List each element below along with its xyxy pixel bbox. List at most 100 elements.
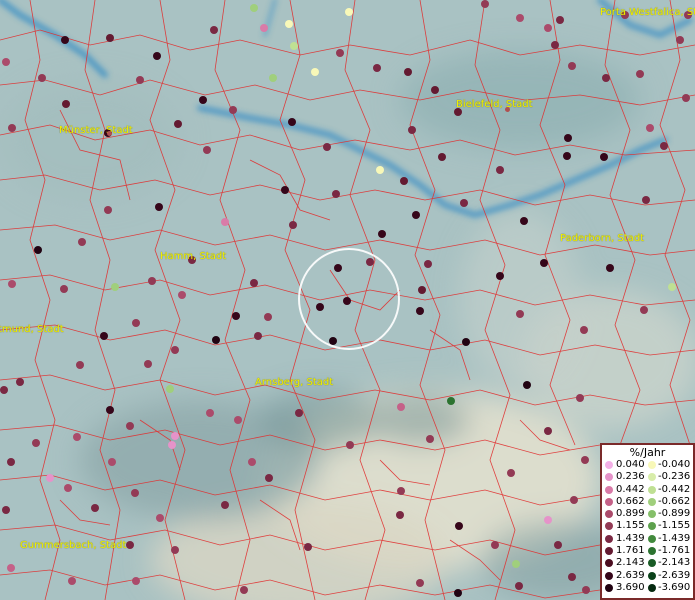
station-marker[interactable]: [581, 456, 589, 464]
station-marker[interactable]: [515, 582, 523, 590]
station-marker[interactable]: [668, 283, 676, 291]
station-marker[interactable]: [424, 260, 432, 268]
station-marker[interactable]: [332, 190, 340, 198]
station-marker[interactable]: [323, 143, 331, 151]
station-marker[interactable]: [203, 146, 211, 154]
station-marker[interactable]: [564, 134, 572, 142]
station-marker[interactable]: [544, 24, 552, 32]
station-marker[interactable]: [8, 280, 16, 288]
station-marker[interactable]: [640, 306, 648, 314]
station-marker[interactable]: [516, 310, 524, 318]
station-marker[interactable]: [148, 277, 156, 285]
station-marker[interactable]: [288, 118, 296, 126]
station-marker[interactable]: [462, 338, 470, 346]
station-marker[interactable]: [416, 579, 424, 587]
station-marker[interactable]: [400, 177, 408, 185]
station-marker[interactable]: [64, 484, 72, 492]
station-marker[interactable]: [580, 326, 588, 334]
station-marker[interactable]: [556, 16, 564, 24]
station-marker[interactable]: [346, 441, 354, 449]
station-marker[interactable]: [178, 291, 186, 299]
station-marker[interactable]: [563, 152, 571, 160]
station-marker[interactable]: [166, 385, 174, 393]
station-marker[interactable]: [295, 409, 303, 417]
station-marker[interactable]: [212, 336, 220, 344]
station-marker[interactable]: [289, 221, 297, 229]
station-marker[interactable]: [397, 487, 405, 495]
station-marker[interactable]: [8, 124, 16, 132]
station-marker[interactable]: [304, 543, 312, 551]
station-marker[interactable]: [412, 211, 420, 219]
station-marker[interactable]: [582, 586, 590, 594]
station-marker[interactable]: [343, 297, 351, 305]
station-marker[interactable]: [199, 96, 207, 104]
station-marker[interactable]: [78, 238, 86, 246]
station-marker[interactable]: [2, 58, 10, 66]
station-marker[interactable]: [345, 8, 353, 16]
station-marker[interactable]: [104, 206, 112, 214]
station-marker[interactable]: [496, 272, 504, 280]
station-marker[interactable]: [334, 264, 342, 272]
station-marker[interactable]: [91, 504, 99, 512]
station-marker[interactable]: [551, 41, 559, 49]
station-marker[interactable]: [153, 52, 161, 60]
station-marker[interactable]: [250, 279, 258, 287]
station-marker[interactable]: [106, 406, 114, 414]
station-marker[interactable]: [606, 264, 614, 272]
station-marker[interactable]: [676, 36, 684, 44]
station-marker[interactable]: [254, 332, 262, 340]
station-marker[interactable]: [520, 217, 528, 225]
station-marker[interactable]: [404, 68, 412, 76]
station-marker[interactable]: [426, 435, 434, 443]
station-marker[interactable]: [7, 564, 15, 572]
station-marker[interactable]: [512, 560, 520, 568]
station-marker[interactable]: [455, 522, 463, 530]
map-view[interactable]: Porta Westfalica, Stadt Bielefeld, Stadt…: [0, 0, 695, 600]
station-marker[interactable]: [61, 36, 69, 44]
station-marker[interactable]: [174, 120, 182, 128]
station-marker[interactable]: [646, 124, 654, 132]
station-marker[interactable]: [554, 541, 562, 549]
station-marker[interactable]: [507, 469, 515, 477]
station-marker[interactable]: [155, 203, 163, 211]
station-marker[interactable]: [34, 246, 42, 254]
station-marker[interactable]: [171, 346, 179, 354]
station-marker[interactable]: [100, 332, 108, 340]
station-marker[interactable]: [0, 386, 8, 394]
station-marker[interactable]: [290, 42, 298, 50]
station-marker[interactable]: [408, 126, 416, 134]
station-marker[interactable]: [600, 153, 608, 161]
station-marker[interactable]: [229, 106, 237, 114]
station-marker[interactable]: [221, 501, 229, 509]
station-marker[interactable]: [682, 94, 690, 102]
station-marker[interactable]: [642, 196, 650, 204]
station-marker[interactable]: [660, 142, 668, 150]
station-marker[interactable]: [570, 496, 578, 504]
station-marker[interactable]: [250, 4, 258, 12]
station-marker[interactable]: [240, 586, 248, 594]
station-marker[interactable]: [431, 86, 439, 94]
station-marker[interactable]: [568, 573, 576, 581]
station-marker[interactable]: [171, 432, 179, 440]
station-marker[interactable]: [636, 70, 644, 78]
station-marker[interactable]: [206, 409, 214, 417]
station-marker[interactable]: [265, 474, 273, 482]
station-marker[interactable]: [108, 458, 116, 466]
station-marker[interactable]: [438, 153, 446, 161]
station-marker[interactable]: [132, 319, 140, 327]
station-marker[interactable]: [269, 74, 277, 82]
station-marker[interactable]: [311, 68, 319, 76]
station-marker[interactable]: [2, 506, 10, 514]
station-marker[interactable]: [156, 514, 164, 522]
station-marker[interactable]: [496, 166, 504, 174]
station-marker[interactable]: [329, 337, 337, 345]
station-marker[interactable]: [68, 577, 76, 585]
station-marker[interactable]: [376, 166, 384, 174]
station-marker[interactable]: [16, 378, 24, 386]
station-marker[interactable]: [131, 489, 139, 497]
station-marker[interactable]: [126, 541, 134, 549]
station-marker[interactable]: [396, 511, 404, 519]
station-marker[interactable]: [544, 516, 552, 524]
station-marker[interactable]: [106, 34, 114, 42]
station-marker[interactable]: [544, 427, 552, 435]
